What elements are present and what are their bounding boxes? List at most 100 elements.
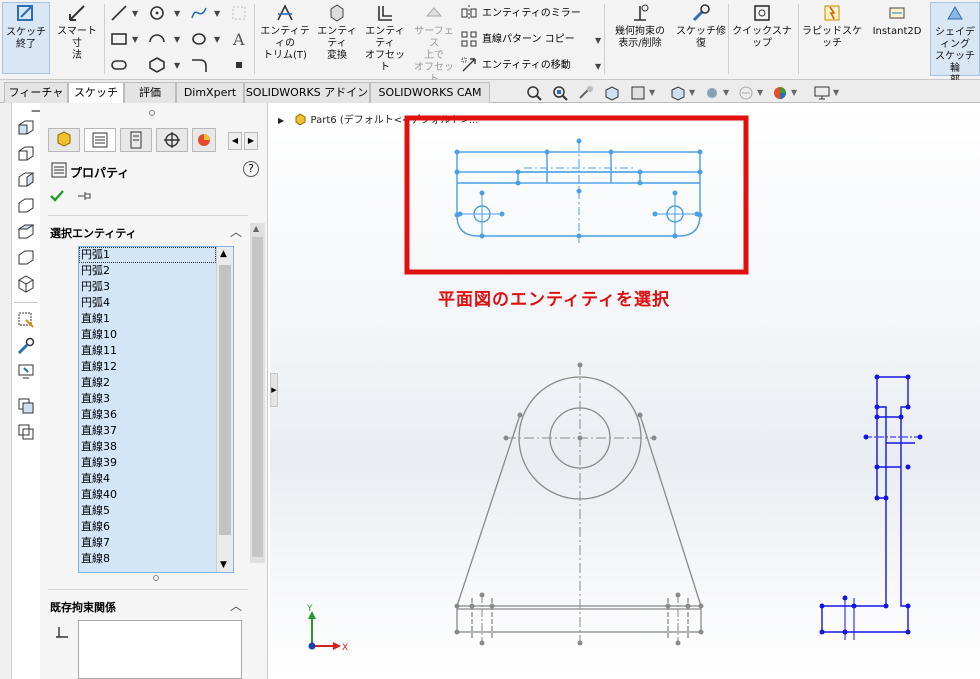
quick-snaps-button[interactable]: クイックスナップ bbox=[730, 2, 794, 74]
mirror-button[interactable]: エンティティのミラー bbox=[482, 8, 581, 20]
slot-tool-icon[interactable] bbox=[110, 56, 128, 74]
arc-tool-icon[interactable] bbox=[148, 30, 166, 48]
chevron-down-icon[interactable]: ▼ bbox=[757, 88, 763, 97]
top-view-icon[interactable] bbox=[16, 222, 36, 242]
panel-scroll-thumb[interactable] bbox=[252, 237, 263, 557]
list-item[interactable]: 直線6 bbox=[79, 519, 216, 535]
front-view-sketch[interactable] bbox=[454, 362, 704, 646]
right-view-icon[interactable] bbox=[16, 196, 36, 216]
dynamic-annotation-icon[interactable] bbox=[629, 84, 647, 102]
front-view-icon[interactable] bbox=[16, 118, 36, 138]
chevron-down-icon[interactable]: ▼ bbox=[214, 35, 220, 44]
tab-dimxpert[interactable]: DimXpert bbox=[176, 82, 244, 103]
scroll-up-arrow[interactable]: ▲ bbox=[253, 224, 259, 233]
list-item[interactable]: 円弧4 bbox=[79, 295, 216, 311]
screen-capture-icon[interactable] bbox=[16, 362, 36, 382]
plan-view-sketch[interactable] bbox=[454, 138, 703, 244]
existing-relations-list[interactable] bbox=[78, 620, 242, 679]
chevron-down-icon[interactable]: ▼ bbox=[595, 36, 601, 45]
chevron-down-icon[interactable]: ▼ bbox=[174, 9, 180, 18]
chevron-down-icon[interactable]: ▼ bbox=[132, 9, 138, 18]
bottom-view-icon[interactable] bbox=[16, 248, 36, 268]
wrench-icon[interactable] bbox=[16, 336, 36, 356]
chevron-down-icon[interactable]: ▼ bbox=[595, 62, 601, 71]
list-item[interactable]: 直線36 bbox=[79, 407, 216, 423]
resize-handle-icon[interactable] bbox=[152, 574, 160, 582]
chevron-down-icon[interactable]: ▼ bbox=[833, 88, 839, 97]
rapid-sketch-button[interactable]: ラピッドスケッチ bbox=[800, 2, 864, 74]
list-item[interactable]: 直線12 bbox=[79, 359, 216, 375]
list-item[interactable]: 直線1 bbox=[79, 311, 216, 327]
chevron-down-icon[interactable]: ▼ bbox=[649, 88, 655, 97]
view-settings-icon[interactable] bbox=[813, 84, 831, 102]
list-item[interactable]: 円弧2 bbox=[79, 263, 216, 279]
polygon-tool-icon[interactable] bbox=[148, 56, 166, 74]
spline-tool-icon[interactable] bbox=[190, 4, 208, 22]
chevron-down-icon[interactable]: ▼ bbox=[214, 9, 220, 18]
list-item[interactable]: 直線2 bbox=[79, 375, 216, 391]
ok-checkmark-icon[interactable] bbox=[48, 187, 66, 205]
pin-icon[interactable] bbox=[76, 189, 92, 203]
hide-show-items-icon[interactable] bbox=[737, 84, 755, 102]
back-view-icon[interactable] bbox=[16, 144, 36, 164]
tab-features[interactable]: フィーチャー bbox=[4, 82, 68, 118]
rectangle-tool-icon[interactable] bbox=[110, 30, 128, 48]
point-small-icon[interactable] bbox=[230, 56, 248, 74]
appearance-icon[interactable] bbox=[771, 84, 789, 102]
panel-grip-icon[interactable] bbox=[148, 109, 156, 117]
chevron-down-icon[interactable]: ▼ bbox=[174, 61, 180, 70]
plane-tool-icon[interactable] bbox=[190, 30, 208, 48]
list-scroll-thumb[interactable] bbox=[219, 265, 231, 535]
display-style-icon[interactable] bbox=[703, 84, 721, 102]
sketch-exit-button[interactable]: スケッチ 終了 bbox=[2, 2, 50, 74]
tab-addins[interactable]: SOLIDWORKS アドイン bbox=[244, 82, 370, 103]
view-selector-icon[interactable] bbox=[16, 422, 36, 442]
chevron-down-icon[interactable]: ▼ bbox=[174, 35, 180, 44]
offset-entities-button[interactable]: エンティティ オフセット bbox=[362, 2, 408, 74]
previous-view-icon[interactable] bbox=[577, 84, 595, 102]
graphics-area[interactable]: ▶ ▶ Part6 (デフォルト<<デフォルト>... ▼ ▼ ▼ ▼ ▼ ▼ bbox=[270, 86, 980, 679]
circle-tool-icon[interactable] bbox=[148, 4, 166, 22]
chevron-down-icon[interactable]: ▼ bbox=[723, 88, 729, 97]
list-item[interactable]: 直線5 bbox=[79, 503, 216, 519]
selected-entities-list[interactable]: 円弧1 円弧2 円弧3 円弧4 直線1 直線10 直線11 直線12 直線2 直線3 直線36 直線3… bbox=[78, 246, 234, 573]
line-tool-icon[interactable] bbox=[110, 4, 128, 22]
view-orientation-icon[interactable] bbox=[16, 396, 36, 416]
list-item[interactable]: 直線40 bbox=[79, 487, 216, 503]
move-entities-button[interactable]: エンティティの移動 bbox=[482, 60, 571, 72]
zoom-area-icon[interactable] bbox=[551, 84, 569, 102]
trim-entities-button[interactable]: エンティティの トリム(T) bbox=[258, 2, 312, 74]
help-button[interactable]: ? bbox=[243, 161, 259, 177]
section-view-icon[interactable] bbox=[603, 84, 621, 102]
tab-configuration-manager[interactable] bbox=[120, 128, 152, 152]
smart-dimension-button[interactable]: スマート寸 法 bbox=[54, 2, 100, 74]
sketch-canvas[interactable]: Y X bbox=[270, 103, 980, 679]
tab-feature-tree[interactable] bbox=[48, 128, 80, 152]
shaded-sketch-contours-button[interactable]: シェイディング スケッチ輪 郭 bbox=[930, 2, 980, 86]
text-tool-icon[interactable]: A bbox=[230, 30, 248, 48]
chevron-down-icon[interactable]: ▼ bbox=[689, 88, 695, 97]
scroll-up-arrow[interactable]: ▲ bbox=[220, 249, 227, 259]
tab-property-manager[interactable] bbox=[84, 128, 116, 152]
fillet-tool-icon[interactable] bbox=[190, 56, 208, 74]
isometric-view-icon[interactable] bbox=[16, 274, 36, 294]
list-item[interactable]: 直線10 bbox=[79, 327, 216, 343]
list-item[interactable]: 直線11 bbox=[79, 343, 216, 359]
normal-to-icon[interactable] bbox=[16, 310, 36, 330]
list-scrollbar[interactable]: ▲ ▼ bbox=[216, 247, 233, 572]
side-view-sketch[interactable] bbox=[819, 374, 923, 641]
list-item[interactable]: 直線7 bbox=[79, 535, 216, 551]
list-item[interactable]: 直線4 bbox=[79, 471, 216, 487]
tab-evaluate[interactable]: 評価 bbox=[124, 82, 176, 103]
tab-cam[interactable]: SOLIDWORKS CAM bbox=[370, 82, 490, 103]
chevron-left-icon[interactable]: ◀ bbox=[228, 132, 242, 150]
chevron-right-icon[interactable]: ▶ bbox=[244, 132, 258, 150]
convert-entities-button[interactable]: エンティティ 変換 bbox=[314, 2, 360, 74]
tab-dimxpert-manager[interactable] bbox=[156, 128, 188, 152]
list-item[interactable]: 直線8 bbox=[79, 551, 216, 567]
zoom-to-fit-icon[interactable] bbox=[525, 84, 543, 102]
repair-sketch-button[interactable]: スケッチ修 復 bbox=[676, 2, 726, 74]
list-item[interactable]: 直線3 bbox=[79, 391, 216, 407]
linear-pattern-button[interactable]: 直線パターン コピー bbox=[482, 34, 575, 46]
list-item[interactable]: 円弧3 bbox=[79, 279, 216, 295]
